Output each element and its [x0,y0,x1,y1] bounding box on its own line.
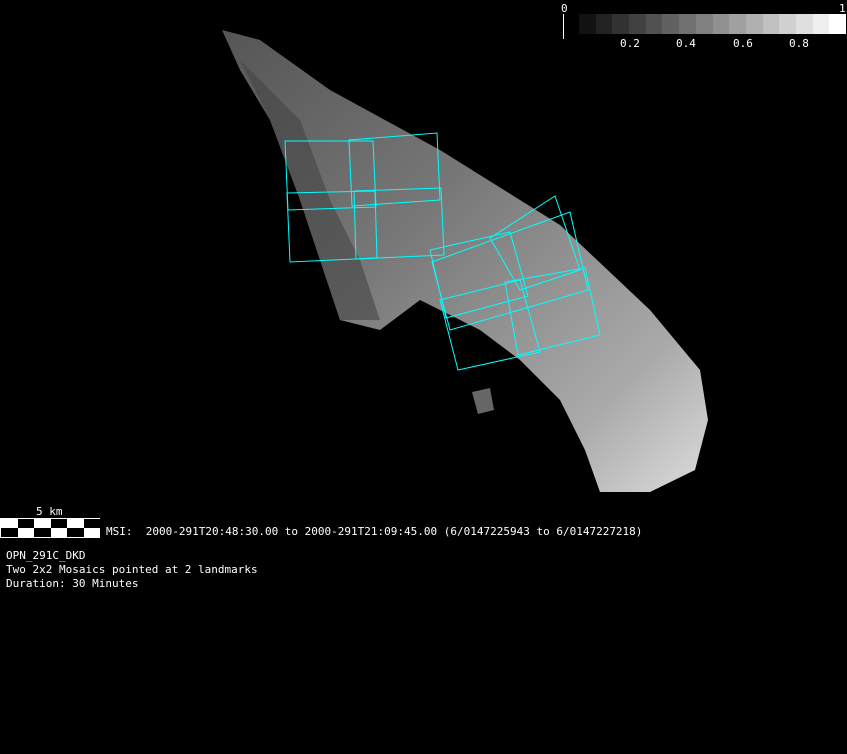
scale-bar-segment [17,528,34,537]
asteroid-fragment [472,388,494,414]
scale-bar-checker [0,518,100,538]
colorbar: 0 1 0.2 0.4 0.6 0.8 [561,2,847,54]
scale-bar-segment [34,519,51,528]
colorbar-swatch [629,14,646,34]
colorbar-swatch [729,14,746,34]
scale-bar-segment [67,528,84,537]
colorbar-swatch [779,14,796,34]
colorbar-tick-0.8: 0.8 [789,37,809,50]
colorbar-swatch [612,14,630,34]
colorbar-swatch [695,14,713,34]
colorbar-swatches [579,14,846,34]
scale-bar-segment [17,519,34,528]
scale-bar-segment [34,528,51,537]
colorbar-tick-0.6: 0.6 [733,37,753,50]
scale-bar-segment [1,519,18,528]
colorbar-swatch [829,14,846,34]
scale-bar-segment [67,519,84,528]
observation-description: Two 2x2 Mosaics pointed at 2 landmarks [6,563,258,576]
colorbar-swatch [762,14,780,34]
colorbar-min-label: 0 [561,2,568,15]
scale-bar-segment [1,528,18,537]
scale-bar-label: 5 km [36,505,63,518]
colorbar-swatch [645,14,663,34]
colorbar-swatch [595,14,613,34]
observation-duration: Duration: 30 Minutes [6,577,139,590]
colorbar-swatch [679,14,696,34]
colorbar-min-tick [563,14,564,39]
colorbar-tick-0.4: 0.4 [676,37,696,50]
scale-bar-segment [50,528,67,537]
colorbar-swatch [745,14,763,34]
colorbar-swatch [795,14,813,34]
scale-bar-segment [83,528,100,537]
scale-bar-segment [83,519,100,528]
scale-bar-segment [50,519,67,528]
asteroid-view [222,30,708,492]
colorbar-tick-0.2: 0.2 [620,37,640,50]
observation-id: OPN_291C_DKD [6,549,86,562]
asteroid-body [222,30,708,492]
msi-time-range: MSI: 2000-291T20:48:30.00 to 2000-291T21… [106,525,643,538]
colorbar-swatch [662,14,680,34]
colorbar-swatch [579,14,596,34]
colorbar-swatch [812,14,830,34]
colorbar-swatch [712,14,730,34]
